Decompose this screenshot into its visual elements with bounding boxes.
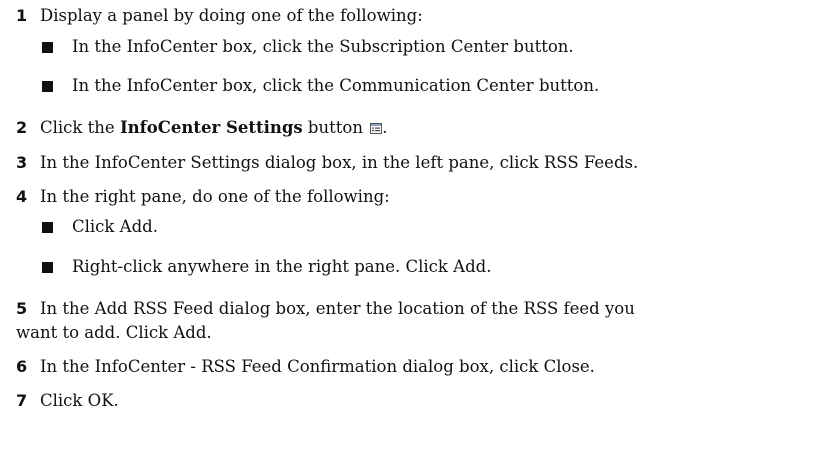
step-text: Display a panel by doing one of the foll… [40,6,423,25]
step-text: Click the InfoCenter Settings button . [40,116,387,140]
instructions-document: 1 Display a panel by doing one of the fo… [0,0,838,475]
bullet-square-icon [42,222,53,233]
infocenter-settings-label: InfoCenter Settings [119,118,303,137]
option-text: Click Add. [72,217,158,236]
infocenter-settings-icon [370,123,383,134]
step-text-before: Click the [40,118,120,137]
step-text-end: . [382,118,388,137]
step-text-after: button [302,118,363,137]
step-number: 3 [16,153,28,172]
bullet-square-icon [42,42,53,53]
step-text-line-2: want to add. Click Add. [16,323,212,342]
step-text: In the right pane, do one of the followi… [40,187,390,206]
step-number: 5 [16,299,28,318]
step-number: 1 [16,6,28,25]
option-text: Right-click anywhere in the right pane. … [72,257,492,276]
step-text: In the InfoCenter Settings dialog box, i… [40,153,639,172]
step-number: 6 [16,357,28,376]
option-text: In the InfoCenter box, click the Subscri… [72,37,574,56]
step-text: Click OK. [40,391,119,410]
step-number: 2 [16,118,28,137]
step-number: 7 [16,391,28,410]
step-text-line-1: In the Add RSS Feed dialog box, enter th… [40,299,635,318]
bullet-square-icon [42,81,53,92]
step-text: In the InfoCenter - RSS Feed Confirmatio… [40,357,595,376]
step-number: 4 [16,187,28,206]
option-text: In the InfoCenter box, click the Communi… [72,76,600,95]
bullet-square-icon [42,262,53,273]
